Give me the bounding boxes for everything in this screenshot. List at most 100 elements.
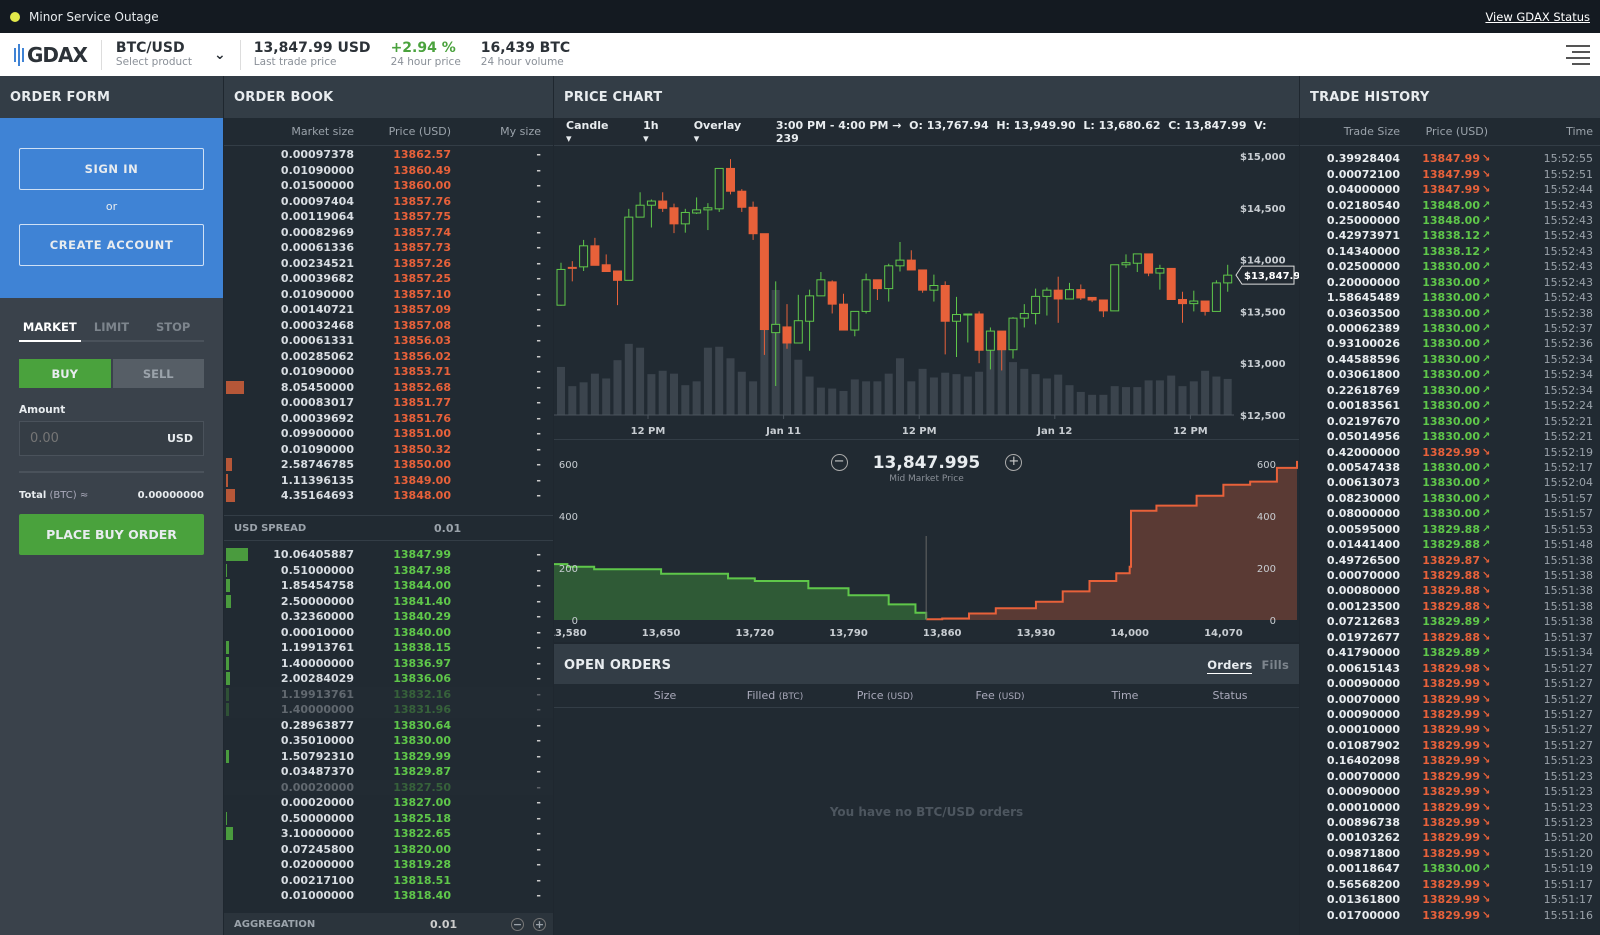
ask-row[interactable]: 0.00234521 13857.26 - <box>224 256 553 272</box>
trade-row[interactable]: 0.00090000 13829.99 ↘ 15:51:23 <box>1300 784 1600 799</box>
ask-row[interactable]: 0.00097404 13857.76 - <box>224 194 553 210</box>
bid-row[interactable]: 0.00010000 13840.00 - <box>224 625 553 641</box>
trade-row[interactable]: 0.00118647 13830.00 ↗ 15:51:19 <box>1300 861 1600 876</box>
trade-row[interactable]: 0.00080000 13829.88 ↘ 15:51:38 <box>1300 583 1600 598</box>
trade-row[interactable]: 0.00896738 13829.99 ↘ 15:51:23 <box>1300 815 1600 830</box>
bid-row[interactable]: 2.50000000 13841.40 - <box>224 594 553 610</box>
bid-row[interactable]: 0.01000000 13818.40 - <box>224 888 553 904</box>
bid-row[interactable]: 0.00020000 13827.00 - <box>224 795 553 811</box>
ask-row[interactable]: 0.00097378 13862.57 - <box>224 147 553 163</box>
overlay-dropdown[interactable]: Overlay ▾ <box>694 119 750 145</box>
trade-row[interactable]: 0.93100026 13830.00 ↗ 15:52:36 <box>1300 336 1600 351</box>
bid-row[interactable]: 3.10000000 13822.65 - <box>224 826 553 842</box>
ask-row[interactable]: 0.00061331 13856.03 - <box>224 333 553 349</box>
ask-row[interactable]: 0.01090000 13853.71 - <box>224 364 553 380</box>
bid-row[interactable]: 0.51000000 13847.98 - <box>224 563 553 579</box>
trade-row[interactable]: 1.58645489 13830.00 ↗ 15:52:43 <box>1300 290 1600 305</box>
trade-row[interactable]: 0.01441400 13829.88 ↗ 15:51:48 <box>1300 537 1600 552</box>
trade-row[interactable]: 0.20000000 13830.00 ↗ 15:52:43 <box>1300 275 1600 290</box>
trade-row[interactable]: 0.00613073 13830.00 ↗ 15:52:04 <box>1300 475 1600 490</box>
ask-row[interactable]: 1.11396135 13849.00 - <box>224 473 553 489</box>
bid-row[interactable]: 0.32360000 13840.29 - <box>224 609 553 625</box>
trade-row[interactable]: 0.08230000 13830.00 ↗ 15:51:57 <box>1300 491 1600 506</box>
trade-row[interactable]: 0.07212683 13829.89 ↗ 15:51:38 <box>1300 614 1600 629</box>
trade-row[interactable]: 0.00090000 13829.99 ↘ 15:51:27 <box>1300 707 1600 722</box>
ask-row[interactable]: 0.00285062 13856.02 - <box>224 349 553 365</box>
trade-row[interactable]: 0.16402098 13829.99 ↘ 15:51:23 <box>1300 753 1600 768</box>
amount-field[interactable]: USD <box>19 421 204 456</box>
bid-row[interactable]: 0.00217100 13818.51 - <box>224 873 553 889</box>
ask-row[interactable]: 0.00119064 13857.75 - <box>224 209 553 225</box>
tab-market[interactable]: MARKET <box>19 320 81 342</box>
ask-row[interactable]: 0.00039682 13857.25 - <box>224 271 553 287</box>
aggregation-decrease-icon[interactable]: − <box>511 917 524 931</box>
trade-row[interactable]: 0.00103262 13829.99 ↘ 15:51:20 <box>1300 830 1600 845</box>
trade-row[interactable]: 0.09871800 13829.99 ↘ 15:51:20 <box>1300 846 1600 861</box>
bid-row[interactable]: 0.35010000 13830.00 - <box>224 733 553 749</box>
candlestick-chart[interactable]: $15,000 $14,500 $14,000 $13,500 $13,000 $12,5… <box>554 146 1299 440</box>
bids-list[interactable]: 10.06405887 13847.99-0.51000000 13847.98- 1… <box>224 547 553 904</box>
gdax-logo[interactable]: GDAX <box>0 39 102 70</box>
bid-row[interactable]: 0.50000000 13825.18 - <box>224 811 553 827</box>
aggregation-increase-icon[interactable]: + <box>533 917 546 931</box>
trade-row[interactable]: 0.39928404 13847.99 ↘ 15:52:55 <box>1300 151 1600 166</box>
interval-dropdown[interactable]: 1h ▾ <box>643 119 668 145</box>
tab-orders[interactable]: Orders <box>1207 658 1253 674</box>
trade-row[interactable]: 0.00595000 13829.88 ↗ 15:51:53 <box>1300 522 1600 537</box>
view-status-link[interactable]: View GDAX Status <box>1485 10 1590 24</box>
trade-row[interactable]: 0.00070000 13829.99 ↘ 15:51:23 <box>1300 769 1600 784</box>
place-buy-order-button[interactable]: PLACE BUY ORDER <box>19 514 204 555</box>
trades-list[interactable]: 0.39928404 13847.99 ↘ 15:52:55 0.00072100 138… <box>1300 146 1600 923</box>
trade-row[interactable]: 0.42973971 13838.12 ↗ 15:52:43 <box>1300 228 1600 243</box>
trade-row[interactable]: 0.02500000 13830.00 ↗ 15:52:43 <box>1300 259 1600 274</box>
ask-row[interactable]: 0.00039692 13851.76 - <box>224 411 553 427</box>
trade-row[interactable]: 0.01700000 13829.99 ↘ 15:51:16 <box>1300 907 1600 922</box>
trade-row[interactable]: 0.01087902 13829.99 ↘ 15:51:27 <box>1300 738 1600 753</box>
bid-row[interactable]: 0.07245800 13820.00 - <box>224 842 553 858</box>
trade-row[interactable]: 0.00072100 13847.99 ↘ 15:52:51 <box>1300 166 1600 181</box>
bid-row[interactable]: 0.00020000 13827.50 - <box>224 779 553 795</box>
ask-row[interactable]: 0.09900000 13851.00 - <box>224 426 553 442</box>
trade-row[interactable]: 0.00090000 13829.99 ↘ 15:51:27 <box>1300 676 1600 691</box>
bid-row[interactable]: 1.40000000 13831.96 - <box>224 702 553 718</box>
trade-row[interactable]: 0.08000000 13830.00 ↗ 15:51:57 <box>1300 506 1600 521</box>
asks-list[interactable]: 0.00097378 13862.57-0.01090000 13860.49-0.… <box>224 146 553 511</box>
trade-row[interactable]: 0.00547438 13830.00 ↗ 15:52:17 <box>1300 460 1600 475</box>
trade-row[interactable]: 0.49726500 13829.87 ↘ 15:51:38 <box>1300 552 1600 567</box>
trade-row[interactable]: 0.01361800 13829.99 ↘ 15:51:17 <box>1300 892 1600 907</box>
ask-row[interactable]: 0.01090000 13860.49 - <box>224 163 553 179</box>
trade-row[interactable]: 0.00123500 13829.88 ↘ 15:51:38 <box>1300 599 1600 614</box>
ask-row[interactable]: 2.58746785 13850.00 - <box>224 457 553 473</box>
trade-row[interactable]: 0.14340000 13838.12 ↗ 15:52:43 <box>1300 244 1600 259</box>
tab-limit[interactable]: LIMIT <box>81 320 143 340</box>
trade-row[interactable]: 0.22618769 13830.00 ↗ 15:52:34 <box>1300 383 1600 398</box>
create-account-button[interactable]: CREATE ACCOUNT <box>19 224 204 266</box>
trade-row[interactable]: 0.00070000 13829.99 ↘ 15:51:27 <box>1300 691 1600 706</box>
trade-row[interactable]: 0.03061800 13830.00 ↗ 15:52:34 <box>1300 367 1600 382</box>
trade-row[interactable]: 0.42000000 13829.99 ↘ 15:52:19 <box>1300 444 1600 459</box>
trade-row[interactable]: 0.41790000 13829.89 ↗ 15:51:34 <box>1300 645 1600 660</box>
bid-row[interactable]: 1.40000000 13836.97 - <box>224 656 553 672</box>
ask-row[interactable]: 0.00140721 13857.09 - <box>224 302 553 318</box>
trade-row[interactable]: 0.05014956 13830.00 ↗ 15:52:21 <box>1300 429 1600 444</box>
trade-row[interactable]: 0.00010000 13829.99 ↘ 15:51:23 <box>1300 799 1600 814</box>
zoom-out-icon[interactable]: − <box>830 454 848 471</box>
bid-row[interactable]: 1.19913761 13832.16 - <box>224 686 553 702</box>
bid-row[interactable]: 0.28963877 13830.64 - <box>224 718 553 734</box>
trade-row[interactable]: 0.00062389 13830.00 ↗ 15:52:37 <box>1300 321 1600 336</box>
ask-row[interactable]: 0.01500000 13860.00 - <box>224 178 553 194</box>
bid-row[interactable]: 10.06405887 13847.99- <box>224 547 553 563</box>
tab-fills[interactable]: Fills <box>1261 658 1289 672</box>
chart-type-dropdown[interactable]: Candle ▾ <box>566 119 617 145</box>
trade-row[interactable]: 0.25000000 13848.00 ↗ 15:52:43 <box>1300 213 1600 228</box>
ask-row[interactable]: 0.00083017 13851.77 - <box>224 395 553 411</box>
trade-row[interactable]: 0.00183561 13830.00 ↗ 15:52:24 <box>1300 398 1600 413</box>
ask-row[interactable]: 0.00032468 13857.08 - <box>224 318 553 334</box>
bid-row[interactable]: 2.00284029 13836.06 - <box>224 671 553 687</box>
trade-row[interactable]: 0.02197670 13830.00 ↗ 15:52:21 <box>1300 413 1600 428</box>
sign-in-button[interactable]: SIGN IN <box>19 148 204 190</box>
sell-toggle[interactable]: SELL <box>112 359 204 388</box>
ask-row[interactable]: 8.05450000 13852.68- <box>224 380 553 396</box>
zoom-in-icon[interactable]: + <box>1005 454 1023 471</box>
hamburger-menu-icon[interactable] <box>1566 41 1590 69</box>
